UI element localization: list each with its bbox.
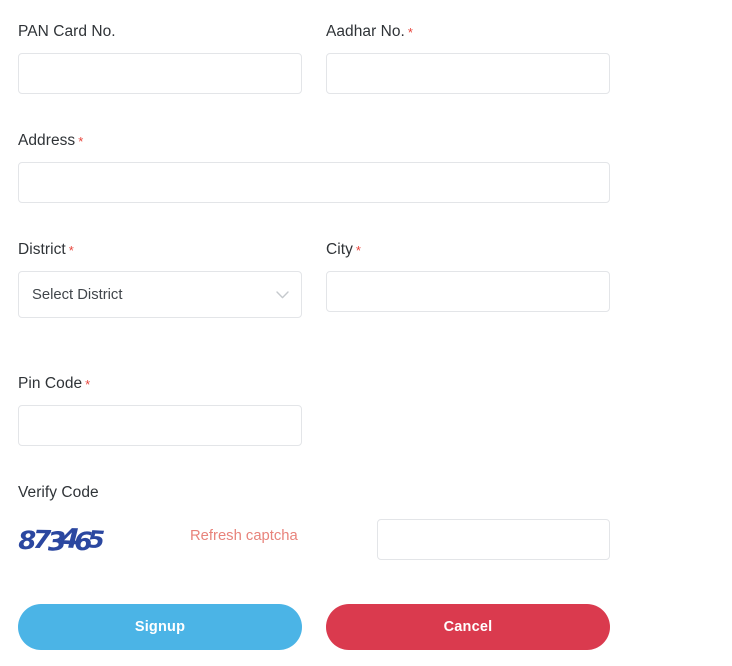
aadhar-no-input[interactable]: [326, 53, 610, 94]
captcha-digit: 8: [18, 525, 34, 555]
cancel-button[interactable]: Cancel: [326, 604, 610, 650]
pan-card-no-input[interactable]: [18, 53, 302, 94]
label-district-text: District: [18, 241, 66, 258]
required-asterisk-aadhar: *: [407, 25, 414, 40]
field-group-pan: PAN Card No.: [18, 22, 302, 94]
label-address-text: Address: [18, 132, 76, 149]
label-aadhar-no: Aadhar No. *: [326, 22, 610, 42]
field-group-aadhar: Aadhar No. *: [326, 22, 610, 94]
captcha-code-text: 873465: [18, 523, 103, 556]
label-district: District *: [18, 240, 302, 260]
cancel-button-label: Cancel: [443, 619, 493, 635]
required-asterisk-city: *: [355, 243, 362, 258]
city-input[interactable]: [326, 271, 610, 312]
captcha-row: 873465 Refresh captcha: [18, 519, 610, 573]
label-address: Address *: [18, 131, 610, 151]
label-verify-code: Verify Code: [18, 483, 610, 503]
address-input[interactable]: [18, 162, 610, 203]
label-aadhar-no-text: Aadhar No.: [326, 23, 405, 40]
refresh-captcha-label: Refresh captcha: [190, 528, 298, 544]
required-asterisk-district: *: [68, 243, 74, 258]
field-group-district: District * Select District: [18, 240, 302, 318]
verify-code-input[interactable]: [377, 519, 610, 560]
required-asterisk-pincode: *: [85, 377, 91, 392]
refresh-captcha-link[interactable]: Refresh captcha: [190, 528, 298, 544]
label-city-text: City: [326, 241, 353, 258]
label-pan-card-no: PAN Card No.: [18, 22, 302, 42]
district-select-value: Select District: [32, 286, 123, 303]
field-group-pincode: Pin Code *: [18, 374, 302, 446]
signup-button-label: Signup: [134, 619, 186, 635]
form-row-verify-code: Verify Code 873465 Refresh captcha: [18, 483, 610, 573]
label-verify-code-text: Verify Code: [18, 484, 99, 501]
field-group-city: City *: [326, 240, 610, 312]
signup-form: PAN Card No. Aadhar No. * Address * Distri…: [0, 0, 732, 666]
signup-button[interactable]: Signup: [18, 604, 302, 650]
label-pin-code-text: Pin Code: [18, 375, 83, 392]
district-select[interactable]: Select District: [18, 271, 302, 318]
captcha-digit: 5: [86, 524, 103, 554]
label-pin-code: Pin Code *: [18, 374, 302, 394]
required-asterisk-address: *: [78, 134, 84, 149]
pin-code-input[interactable]: [18, 405, 302, 446]
captcha-image: 873465: [18, 523, 122, 557]
field-group-address: Address *: [18, 131, 610, 203]
label-pan-card-no-text: PAN Card No.: [18, 23, 116, 40]
label-city: City *: [326, 240, 610, 260]
district-select-wrapper: Select District: [18, 271, 302, 318]
